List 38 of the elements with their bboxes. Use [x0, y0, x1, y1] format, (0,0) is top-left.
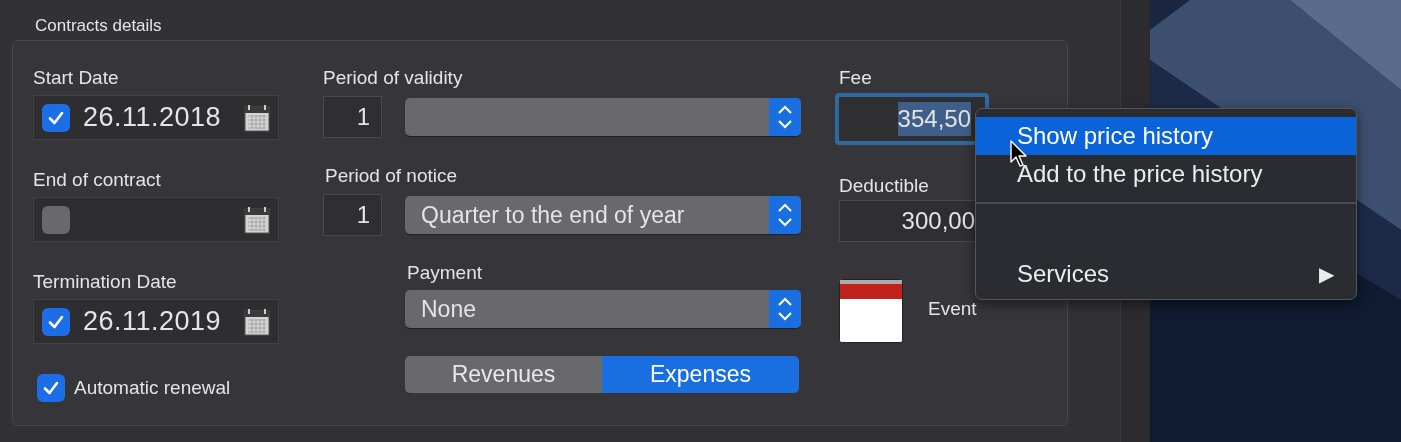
- segment-tab[interactable]: Revenues: [405, 356, 602, 393]
- checkbox[interactable]: [42, 307, 70, 336]
- calendar-icon[interactable]: [244, 205, 270, 234]
- field-label: End of contract: [33, 169, 162, 191]
- date-field[interactable]: 26.11.2018: [33, 95, 279, 140]
- field-label: Period of notice: [325, 165, 459, 187]
- checkbox-label: Automatic renewal: [74, 377, 231, 399]
- deductible-field[interactable]: 300,00: [839, 200, 976, 242]
- menu-item[interactable]: Add to the price history: [976, 155, 1356, 193]
- checkbox[interactable]: [37, 374, 65, 402]
- calendar-icon[interactable]: [839, 279, 903, 343]
- field-label: Period of validity: [323, 67, 464, 89]
- date-field[interactable]: [33, 197, 279, 242]
- chevron-updown-icon: [769, 196, 801, 234]
- popup-button[interactable]: Quarter to the end of year: [405, 196, 801, 234]
- section-title: Contracts details: [35, 15, 163, 37]
- field-label: Start Date: [33, 67, 120, 89]
- field-label: Deductible: [839, 175, 930, 197]
- checkbox[interactable]: [42, 205, 70, 234]
- field-label: Payment: [407, 262, 483, 284]
- field-label: Termination Date: [33, 271, 178, 293]
- chevron-updown-icon: [769, 290, 801, 328]
- submenu-arrow: ▶: [1319, 262, 1334, 286]
- event-label: Event: [928, 297, 977, 320]
- chevron-updown-icon: [769, 98, 801, 136]
- menu-item[interactable]: Show price history: [976, 117, 1356, 155]
- number-field[interactable]: 1: [323, 96, 382, 138]
- field-label: Fee: [839, 67, 873, 89]
- checkbox[interactable]: [42, 103, 70, 132]
- popup-button[interactable]: None: [405, 290, 801, 328]
- menu-item-label: Services: [1017, 260, 1110, 288]
- fee-field[interactable]: 354,50: [835, 93, 989, 145]
- date-field[interactable]: 26.11.2019: [33, 299, 279, 344]
- calendar-icon[interactable]: [244, 103, 270, 132]
- calendar-icon[interactable]: [244, 307, 270, 336]
- number-field[interactable]: 1: [323, 194, 382, 236]
- menu-item[interactable]: Services ▶: [976, 255, 1356, 293]
- segment-tab[interactable]: Expenses: [602, 356, 799, 393]
